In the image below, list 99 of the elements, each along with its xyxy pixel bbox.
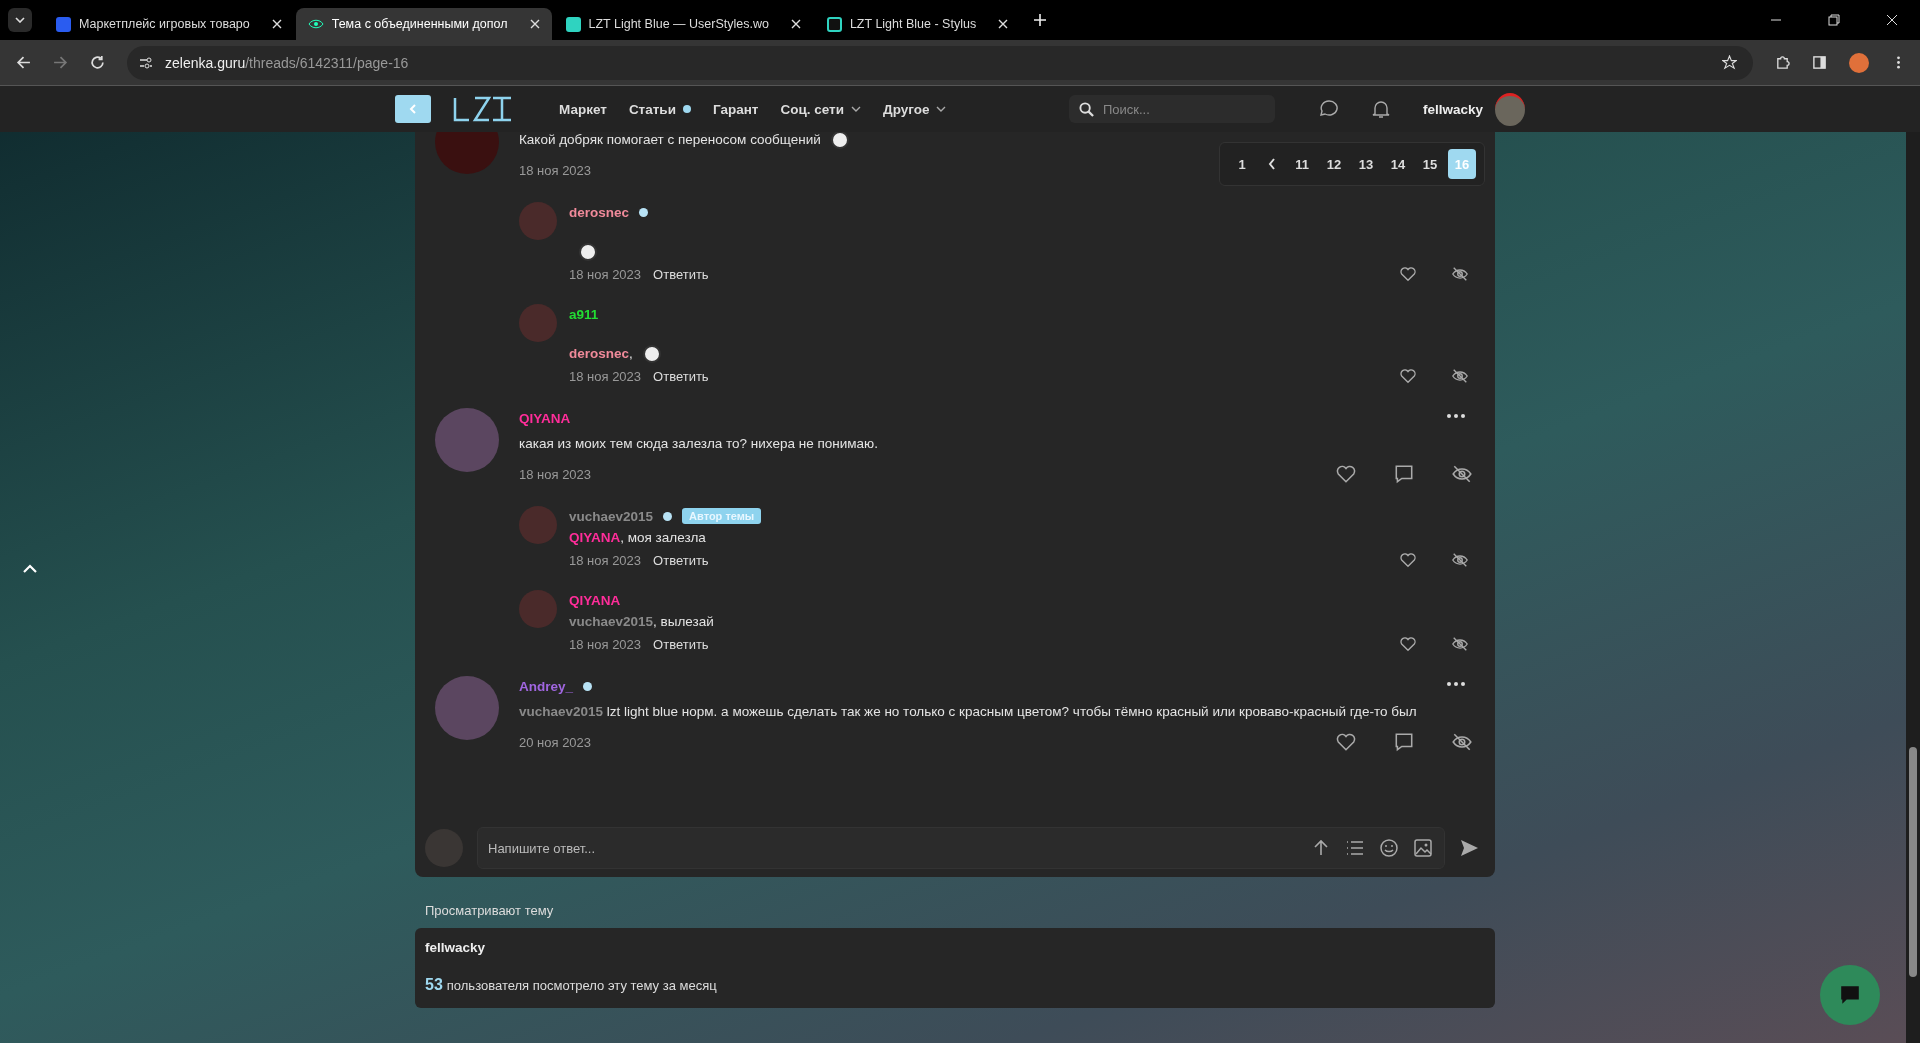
reply-link[interactable]: Ответить — [653, 552, 709, 568]
nav-link[interactable]: Другое — [883, 101, 947, 117]
post-text: какая из моих тем сюда залезла то? нихера не понимаю. — [519, 436, 878, 451]
post-text: Какой добряк помогает с переносом сообщений — [519, 132, 821, 147]
view-count-text: пользователя посмотрело эту тему за месяц — [446, 978, 717, 993]
hide-icon[interactable] — [1451, 551, 1469, 569]
like-icon[interactable] — [1335, 463, 1357, 485]
author-name[interactable]: a911 — [569, 306, 599, 322]
hide-icon[interactable] — [1451, 265, 1469, 283]
search-field[interactable]: Поиск... — [1068, 95, 1275, 123]
post-date[interactable]: 18 ноя 2023 — [519, 466, 592, 482]
reply-link[interactable]: Ответить — [653, 636, 709, 652]
close-icon[interactable] — [529, 19, 540, 29]
reply-link[interactable]: Ответить — [653, 266, 709, 282]
side-panel-icon[interactable] — [1812, 55, 1827, 70]
send-icon[interactable] — [1459, 838, 1479, 858]
page-link[interactable]: 1 — [1228, 149, 1256, 179]
new-tab-icon[interactable] — [1034, 14, 1047, 26]
author-name[interactable]: QIYANA — [519, 410, 571, 426]
hide-icon[interactable] — [1451, 463, 1473, 485]
author-name[interactable]: QIYANA — [569, 592, 621, 608]
site-logo-icon — [56, 16, 71, 32]
comment-date[interactable]: 18 ноя 2023 — [569, 368, 642, 384]
nav-link[interactable]: Маркет — [559, 101, 607, 117]
reply-field[interactable]: Напишите ответ... — [477, 827, 1445, 869]
chat-icon[interactable] — [1318, 99, 1339, 119]
star-icon[interactable] — [1722, 55, 1737, 70]
caret-icon — [936, 106, 947, 112]
comment-date[interactable]: 18 ноя 2023 — [569, 552, 642, 568]
site-settings-icon[interactable] — [139, 55, 153, 70]
bell-icon[interactable] — [1370, 99, 1391, 119]
close-icon[interactable] — [271, 19, 282, 29]
site-logo-icon — [826, 16, 842, 32]
browser-tab[interactable]: Тема с объединенными допол — [295, 8, 552, 40]
list-icon[interactable] — [1345, 838, 1365, 858]
post-text: lzt light blue норм. а можешь сделать так же но только с красным цветом? чтобы тёмно красный или кроваво-красный где-то был — [605, 704, 1417, 719]
author-name[interactable]: vuchaev2015 — [569, 508, 654, 524]
post-date[interactable]: 18 ноя 2023 — [519, 162, 592, 178]
like-icon[interactable] — [1399, 265, 1417, 283]
reply-link[interactable]: Ответить — [653, 368, 709, 384]
close-icon[interactable] — [998, 19, 1009, 29]
nav-link[interactable]: Соц. сети — [780, 101, 862, 117]
scrollbar[interactable] — [1906, 132, 1920, 1043]
scroll-up-icon[interactable] — [22, 564, 38, 574]
smiley-icon[interactable] — [1379, 838, 1399, 858]
browser-tab[interactable]: LZT Light Blue — UserStyles.wo — [553, 8, 813, 40]
forward-icon[interactable] — [53, 55, 68, 70]
back-icon[interactable] — [16, 55, 31, 70]
extensions-icon[interactable] — [1775, 55, 1790, 70]
like-icon[interactable] — [1399, 367, 1417, 385]
comment-text: , — [629, 346, 633, 361]
comment-text: , моя залезла — [620, 530, 706, 545]
post-date[interactable]: 20 ноя 2023 — [519, 734, 592, 750]
tab-list-button[interactable] — [8, 8, 32, 32]
nav-link[interactable]: Статьи — [628, 101, 691, 117]
more-icon[interactable] — [1447, 682, 1465, 686]
viewers-heading: Просматривают тему — [424, 902, 555, 920]
author-name[interactable]: Andrey_ — [519, 678, 574, 694]
close-icon[interactable] — [790, 19, 801, 29]
address-bar[interactable]: zelenka.guru/threads/6142311/page-16 — [127, 45, 1753, 80]
like-icon[interactable] — [1335, 731, 1357, 753]
image-icon[interactable] — [1413, 838, 1433, 858]
user-avatar[interactable] — [1495, 92, 1525, 126]
view-count: 53 — [425, 976, 443, 994]
url-text: zelenka.guru/threads/6142311/page-16 — [165, 54, 409, 71]
site-logo-icon — [565, 16, 581, 32]
hide-icon[interactable] — [1451, 635, 1469, 653]
page-link[interactable]: 13 — [1352, 149, 1380, 179]
site-logo[interactable] — [453, 96, 513, 122]
browser-tab[interactable]: Маркетплейс игровых товаро — [44, 8, 294, 40]
like-icon[interactable] — [1399, 635, 1417, 653]
page-link[interactable]: 11 — [1288, 149, 1316, 179]
chat-bubble-icon — [1839, 984, 1861, 1006]
reload-icon[interactable] — [90, 55, 105, 70]
author-name[interactable]: derosnec — [569, 204, 630, 220]
author-badge: Автор темы — [682, 508, 762, 524]
more-icon[interactable] — [1447, 414, 1465, 418]
sidebar-toggle-button[interactable] — [395, 95, 431, 123]
comment-text: , вылезай — [653, 614, 714, 629]
nav-link[interactable]: Гарант — [712, 101, 759, 117]
page-link[interactable]: 12 — [1320, 149, 1348, 179]
comment-icon[interactable] — [1393, 463, 1415, 485]
comment-date[interactable]: 18 ноя 2023 — [569, 636, 642, 652]
hide-icon[interactable] — [1451, 367, 1469, 385]
search-icon — [1078, 102, 1094, 117]
page-link[interactable]: 14 — [1384, 149, 1412, 179]
like-icon[interactable] — [1399, 551, 1417, 569]
username[interactable]: fellwacky — [1422, 101, 1483, 117]
profile-avatar[interactable] — [1849, 52, 1869, 73]
browser-tab[interactable]: LZT Light Blue - Stylus — [814, 8, 1021, 40]
comment-icon[interactable] — [1393, 731, 1415, 753]
caret-icon — [851, 106, 862, 112]
page-link[interactable]: 15 — [1416, 149, 1444, 179]
caret-icon — [15, 17, 25, 23]
hide-icon[interactable] — [1451, 731, 1473, 753]
comment-date[interactable]: 18 ноя 2023 — [569, 266, 642, 282]
mention-link[interactable]: vuchaev2015 — [519, 704, 604, 719]
viewer-name[interactable]: fellwacky — [425, 940, 486, 955]
chevron-left-icon — [409, 104, 417, 114]
